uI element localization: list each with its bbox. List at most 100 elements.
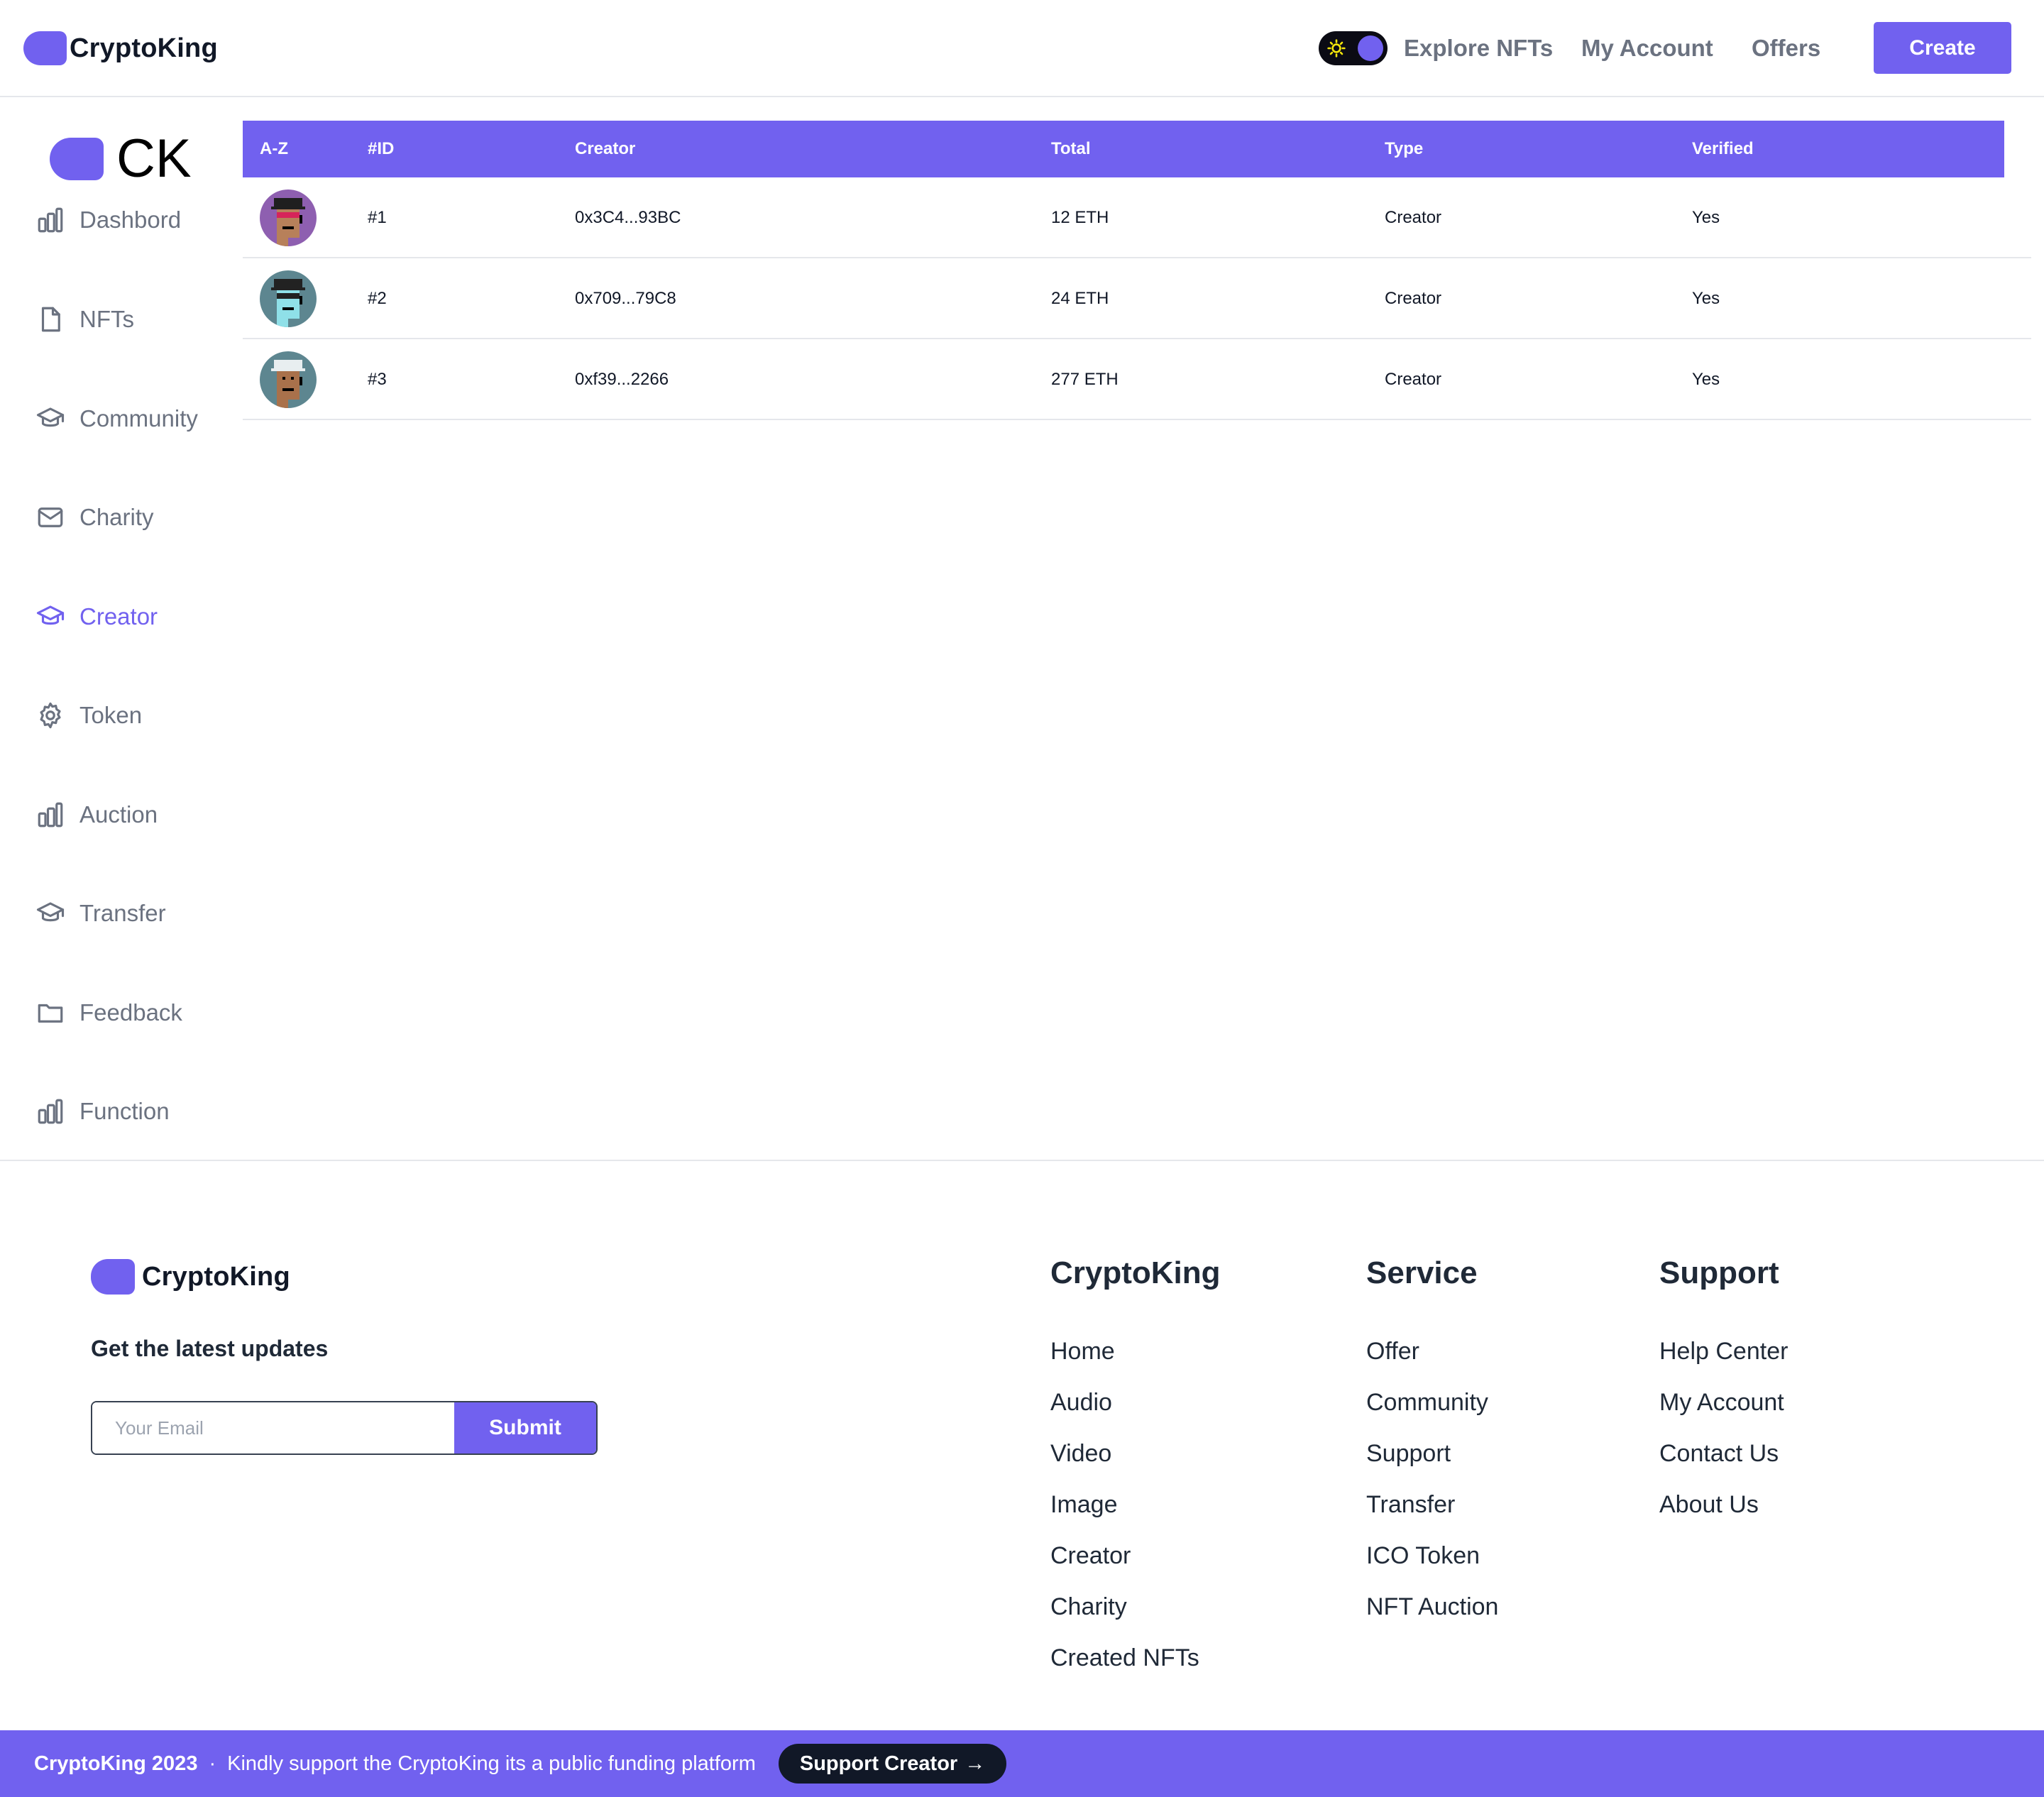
creator-avatar[interactable] <box>260 270 317 327</box>
cell-verified: Yes <box>1692 370 1720 389</box>
footer-column-title: CryptoKing <box>1050 1255 1221 1290</box>
cell-creator-address: 0xf39...2266 <box>575 370 669 389</box>
graduation-cap-icon <box>35 404 65 434</box>
document-icon <box>35 304 65 334</box>
sidebar-item-function[interactable]: Function <box>35 1090 170 1133</box>
column-header-verified[interactable]: Verified <box>1692 121 1754 177</box>
footer-link-my-account[interactable]: My Account <box>1659 1388 1788 1417</box>
brand-logo[interactable]: CryptoKing <box>23 31 218 65</box>
footer-column-service: Service Offer Community Support Transfer ICO … <box>1366 1252 1498 1644</box>
copyright-text: CryptoKing 2023 <box>34 1752 198 1775</box>
sun-icon <box>1327 39 1346 57</box>
footer-logo[interactable]: CryptoKing <box>91 1259 290 1295</box>
footer-link-transfer[interactable]: Transfer <box>1366 1490 1498 1519</box>
sidebar-item-token[interactable]: Token <box>35 694 142 737</box>
footer-link-charity[interactable]: Charity <box>1050 1593 1221 1621</box>
table-row[interactable]: #2 0x709...79C8 24 ETH Creator Yes <box>243 258 2031 339</box>
separator-dot: · <box>209 1752 216 1775</box>
logo-mark-icon <box>91 1259 135 1295</box>
folder-icon <box>35 998 65 1028</box>
sidebar-item-label: Auction <box>79 801 158 828</box>
table-row[interactable]: #1 0x3C4...93BC 12 ETH Creator Yes <box>243 177 2031 258</box>
cell-type: Creator <box>1385 370 1442 389</box>
bottom-bar: CryptoKing 2023 · Kindly support the Cry… <box>0 1730 2044 1797</box>
nav-my-account[interactable]: My Account <box>1581 31 1713 65</box>
cell-type: Creator <box>1385 289 1442 308</box>
sidebar-item-label: Creator <box>79 603 158 630</box>
newsletter-title: Get the latest updates <box>91 1336 329 1361</box>
sidebar-item-label: Charity <box>79 504 154 530</box>
newsletter-form: Submit <box>91 1401 598 1455</box>
table-header: A-Z #ID Creator Total Type Verified <box>243 121 2004 177</box>
bar-chart-icon <box>35 205 65 235</box>
sidebar-logo[interactable]: CK <box>50 128 192 189</box>
footer-link-about-us[interactable]: About Us <box>1659 1490 1788 1519</box>
logo-mark-icon <box>23 31 67 65</box>
column-header-az[interactable]: A-Z <box>260 121 288 177</box>
toggle-knob <box>1358 35 1383 61</box>
footer-link-contact-us[interactable]: Contact Us <box>1659 1439 1788 1468</box>
submit-button[interactable]: Submit <box>454 1402 596 1453</box>
footer-link-image[interactable]: Image <box>1050 1490 1221 1519</box>
footer-link-list: Offer Community Support Transfer ICO Token NF… <box>1366 1337 1498 1621</box>
sidebar-item-charity[interactable]: Charity <box>35 496 154 539</box>
column-header-id[interactable]: #ID <box>368 121 394 177</box>
footer-link-video[interactable]: Video <box>1050 1439 1221 1468</box>
footer-link-offer[interactable]: Offer <box>1366 1337 1498 1365</box>
footer-brand-name: CryptoKing <box>142 1261 290 1292</box>
mail-icon <box>35 502 65 532</box>
footer-link-help-center[interactable]: Help Center <box>1659 1337 1788 1365</box>
sidebar-item-auction[interactable]: Auction <box>35 793 158 836</box>
footer-link-list: Help Center My Account Contact Us About Us <box>1659 1337 1788 1519</box>
creators-table: A-Z #ID Creator Total Type Verified #1 0x… <box>243 121 2031 420</box>
footer: CryptoKing Get the latest updates Submit… <box>0 1160 2044 1730</box>
nav-offers[interactable]: Offers <box>1752 31 1820 65</box>
cell-creator-address: 0x3C4...93BC <box>575 208 681 227</box>
column-header-type[interactable]: Type <box>1385 121 1423 177</box>
footer-link-created-nfts[interactable]: Created NFTs <box>1050 1644 1221 1672</box>
footer-link-ico-token[interactable]: ICO Token <box>1366 1542 1498 1570</box>
sidebar-item-community[interactable]: Community <box>35 397 198 440</box>
table-row[interactable]: #3 0xf39...2266 277 ETH Creator Yes <box>243 339 2031 420</box>
footer-link-creator[interactable]: Creator <box>1050 1542 1221 1570</box>
sidebar-item-label: Token <box>79 702 143 728</box>
sidebar-item-creator[interactable]: Creator <box>35 595 158 638</box>
sidebar-item-label: Dashbord <box>79 207 182 233</box>
footer-link-support[interactable]: Support <box>1366 1439 1498 1468</box>
footer-link-audio[interactable]: Audio <box>1050 1388 1221 1417</box>
sidebar-item-nfts[interactable]: NFTs <box>35 298 134 341</box>
bar-chart-icon <box>35 1097 65 1126</box>
bar-chart-icon <box>35 800 65 830</box>
theme-toggle[interactable] <box>1319 31 1388 65</box>
graduation-cap-icon <box>35 602 65 632</box>
support-creator-button[interactable]: Support Creator → <box>778 1744 1007 1784</box>
column-header-creator[interactable]: Creator <box>575 121 635 177</box>
sidebar-item-dashbord[interactable]: Dashbord <box>35 199 181 241</box>
sidebar-item-label: Community <box>79 405 198 432</box>
sidebar-logo-text: CK <box>116 128 192 189</box>
sidebar-item-feedback[interactable]: Feedback <box>35 991 182 1034</box>
footer-link-community[interactable]: Community <box>1366 1388 1498 1417</box>
brand-name: CryptoKing <box>70 33 218 63</box>
sidebar-item-transfer[interactable]: Transfer <box>35 892 166 935</box>
sidebar-item-label: NFTs <box>79 306 134 332</box>
cell-id: #1 <box>368 208 387 227</box>
creator-avatar[interactable] <box>260 351 317 408</box>
cell-type: Creator <box>1385 208 1442 227</box>
footer-link-home[interactable]: Home <box>1050 1337 1221 1365</box>
gear-icon <box>35 700 65 730</box>
create-button[interactable]: Create <box>1874 22 2011 74</box>
cell-creator-address: 0x709...79C8 <box>575 289 676 308</box>
creator-avatar[interactable] <box>260 189 317 246</box>
cell-verified: Yes <box>1692 289 1720 308</box>
cell-id: #2 <box>368 289 387 308</box>
support-message: Kindly support the CryptoKing its a publ… <box>227 1752 756 1775</box>
nav-explore-nfts[interactable]: Explore NFTs <box>1404 31 1553 65</box>
email-input[interactable] <box>92 1402 454 1453</box>
sidebar-item-label: Transfer <box>79 900 166 926</box>
footer-link-nft-auction[interactable]: NFT Auction <box>1366 1593 1498 1621</box>
cell-total: 24 ETH <box>1051 289 1109 308</box>
column-header-total[interactable]: Total <box>1051 121 1091 177</box>
cell-verified: Yes <box>1692 208 1720 227</box>
footer-column-support: Support Help Center My Account Contact Us Ab… <box>1659 1252 1788 1542</box>
